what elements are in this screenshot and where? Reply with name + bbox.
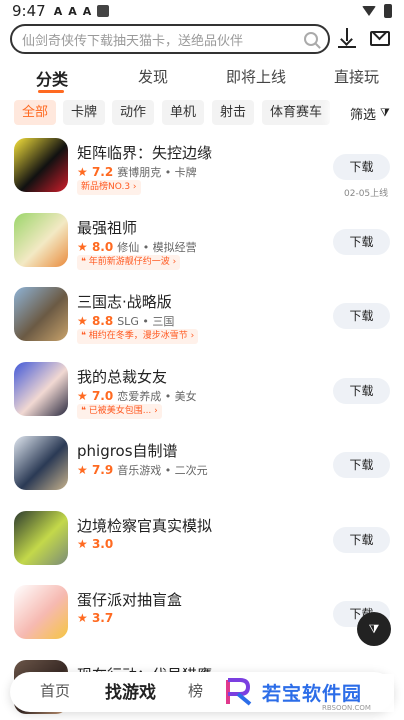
watermark-subtext: RBSOON.COM — [322, 704, 371, 712]
filter-icon: ⧩ — [380, 106, 390, 119]
game-name[interactable]: 矩阵临界：失控边缘 — [77, 142, 212, 163]
floating-filter-icon[interactable]: ⧩ — [357, 612, 391, 646]
game-list-item[interactable]: 蛋仔派对抽盲盒 ★ 3.7 下载 — [0, 585, 404, 657]
search-bar[interactable]: 仙剑奇侠传下载抽天猫卡，送绝品伙伴 — [10, 24, 330, 54]
download-button[interactable]: 下载 — [333, 228, 390, 255]
game-icon[interactable] — [14, 361, 68, 416]
watermark-logo-icon — [226, 678, 252, 706]
game-name[interactable]: 三国志·战略版 — [77, 291, 172, 312]
game-list-item[interactable]: 边境检察官真实模拟 ★ 3.0 下载 — [0, 510, 404, 583]
download-button[interactable]: 下载 — [333, 303, 390, 329]
game-icon[interactable] — [14, 436, 68, 490]
download-button[interactable]: 下载 — [333, 452, 390, 478]
game-list-item[interactable]: 矩阵临界：失控边缘 ★ 7.2 赛博朋克 • 卡牌 新品榜NO.3 › 下载 02-05上… — [0, 138, 404, 210]
chip-shooter[interactable]: 射击 — [212, 100, 255, 125]
game-tags: 修仙 • 模拟经营 — [117, 240, 197, 254]
game-tags: 音乐游戏 • 二次元 — [117, 464, 208, 477]
battery-icon — [384, 4, 392, 18]
filter-label: 筛选 — [350, 107, 377, 123]
chip-all[interactable]: 全部 — [14, 100, 57, 125]
chip-card[interactable]: 卡牌 — [63, 100, 106, 125]
game-name[interactable]: 最强祖师 — [77, 217, 137, 238]
game-rating: 8.8 — [91, 314, 114, 328]
game-rating: 3.0 — [91, 536, 114, 551]
game-meta: ★ 3.0 — [77, 537, 117, 551]
message-icon[interactable] — [370, 24, 394, 50]
game-icon[interactable] — [14, 138, 68, 192]
release-date: 02-05上线 — [344, 189, 389, 199]
tab-instant-play[interactable]: 直接玩 — [334, 66, 379, 87]
notification-icon-1: A — [53, 4, 63, 18]
game-list-item[interactable]: phigros自制谱 ★ 7.9 音乐游戏 • 二次元 下载 — [0, 436, 404, 508]
search-placeholder: 仙剑奇侠传下载抽天猫卡，送绝品伙伴 — [22, 33, 244, 49]
game-tags: SLG • 三国 — [117, 315, 175, 328]
active-tab-indicator — [38, 90, 64, 93]
game-tags: 赛博朋克 • 卡牌 — [117, 166, 197, 179]
game-rating: 3.7 — [91, 611, 114, 625]
notification-square-icon — [97, 5, 110, 17]
game-icon[interactable] — [14, 585, 68, 639]
game-tags: 恋爱养成 • 美女 — [117, 389, 197, 403]
watermark: 若宝软件园 RBSOON.COM — [222, 674, 394, 712]
genre-filter-chips: 全部 卡牌 动作 单机 射击 体育赛车 筛选 ⧩ — [0, 100, 404, 126]
chip-sports-racing[interactable]: 体育赛车 — [262, 100, 331, 125]
game-meta: ★ 7.2 赛博朋克 • 卡牌 — [77, 164, 197, 180]
game-badge[interactable]: 新品榜NO.3 › — [77, 180, 141, 195]
star-icon: ★ — [77, 463, 92, 477]
game-icon[interactable] — [14, 510, 68, 565]
game-badge[interactable]: ❝ 相约在冬季，漫步冰雪节 › — [77, 329, 199, 344]
game-rating: 8.0 — [91, 239, 114, 254]
tab-discover[interactable]: 发现 — [138, 66, 168, 87]
star-icon: ★ — [77, 165, 92, 179]
game-rating: 7.0 — [91, 388, 114, 403]
star-icon: ★ — [77, 239, 92, 254]
game-badge[interactable]: ❝ 已被美女包围... › — [77, 403, 162, 419]
search-icon[interactable] — [304, 32, 318, 46]
wifi-icon — [362, 6, 376, 16]
game-meta: ★ 3.7 — [77, 611, 117, 625]
download-button[interactable]: 下载 — [333, 154, 390, 180]
download-manager-icon[interactable] — [336, 28, 360, 50]
nav-home[interactable]: 首页 — [40, 680, 70, 701]
game-meta: ★ 8.0 修仙 • 模拟经营 — [77, 239, 197, 255]
game-name[interactable]: 边境检察官真实模拟 — [77, 515, 212, 536]
nav-find-games[interactable]: 找游戏 — [105, 678, 156, 703]
download-button[interactable]: 下载 — [333, 526, 390, 553]
game-icon[interactable] — [14, 287, 68, 341]
game-list-item[interactable]: 三国志·战略版 ★ 8.8 SLG • 三国 ❝ 相约在冬季，漫步冰雪节 › 下载 — [0, 287, 404, 359]
notification-icon-2: A — [68, 4, 77, 18]
star-icon: ★ — [77, 388, 92, 403]
download-button[interactable]: 下载 — [333, 377, 390, 404]
game-name[interactable]: 我的总裁女友 — [77, 366, 167, 387]
watermark-text: 若宝软件园 — [262, 683, 363, 705]
tab-category[interactable]: 分类 — [36, 66, 68, 90]
star-icon: ★ — [77, 314, 92, 328]
game-list-item[interactable]: 最强祖师 ★ 8.0 修仙 • 模拟经营 ❝ 年前新游靓仔约一波 › 下载 — [0, 212, 404, 285]
game-meta: ★ 8.8 SLG • 三国 — [77, 313, 174, 329]
game-name[interactable]: 蛋仔派对抽盲盒 — [77, 589, 182, 610]
game-badge[interactable]: ❝ 年前新游靓仔约一波 › — [77, 254, 181, 270]
game-rating: 7.9 — [91, 463, 114, 477]
chip-action[interactable]: 动作 — [112, 100, 155, 125]
game-list-item[interactable]: 我的总裁女友 ★ 7.0 恋爱养成 • 美女 ❝ 已被美女包围... › 下载 — [0, 361, 404, 434]
status-time: 9:47 — [12, 2, 46, 20]
game-meta: ★ 7.0 恋爱养成 • 美女 — [77, 388, 197, 404]
chip-standalone[interactable]: 单机 — [162, 100, 205, 125]
nav-rankings[interactable]: 榜 — [188, 680, 203, 701]
star-icon: ★ — [77, 611, 92, 625]
game-icon[interactable] — [14, 212, 68, 267]
filter-button[interactable]: 筛选 ⧩ — [334, 100, 404, 126]
tab-upcoming[interactable]: 即将上线 — [226, 66, 286, 87]
status-bar: 9:47 A A A — [0, 0, 404, 22]
game-name[interactable]: phigros自制谱 — [77, 440, 178, 461]
game-meta: ★ 7.9 音乐游戏 • 二次元 — [77, 462, 208, 478]
notification-icon-3: A — [82, 4, 92, 18]
category-tabs: 分类 发现 即将上线 直接玩 — [0, 62, 404, 93]
star-icon: ★ — [77, 536, 92, 551]
game-rating: 7.2 — [91, 165, 114, 179]
